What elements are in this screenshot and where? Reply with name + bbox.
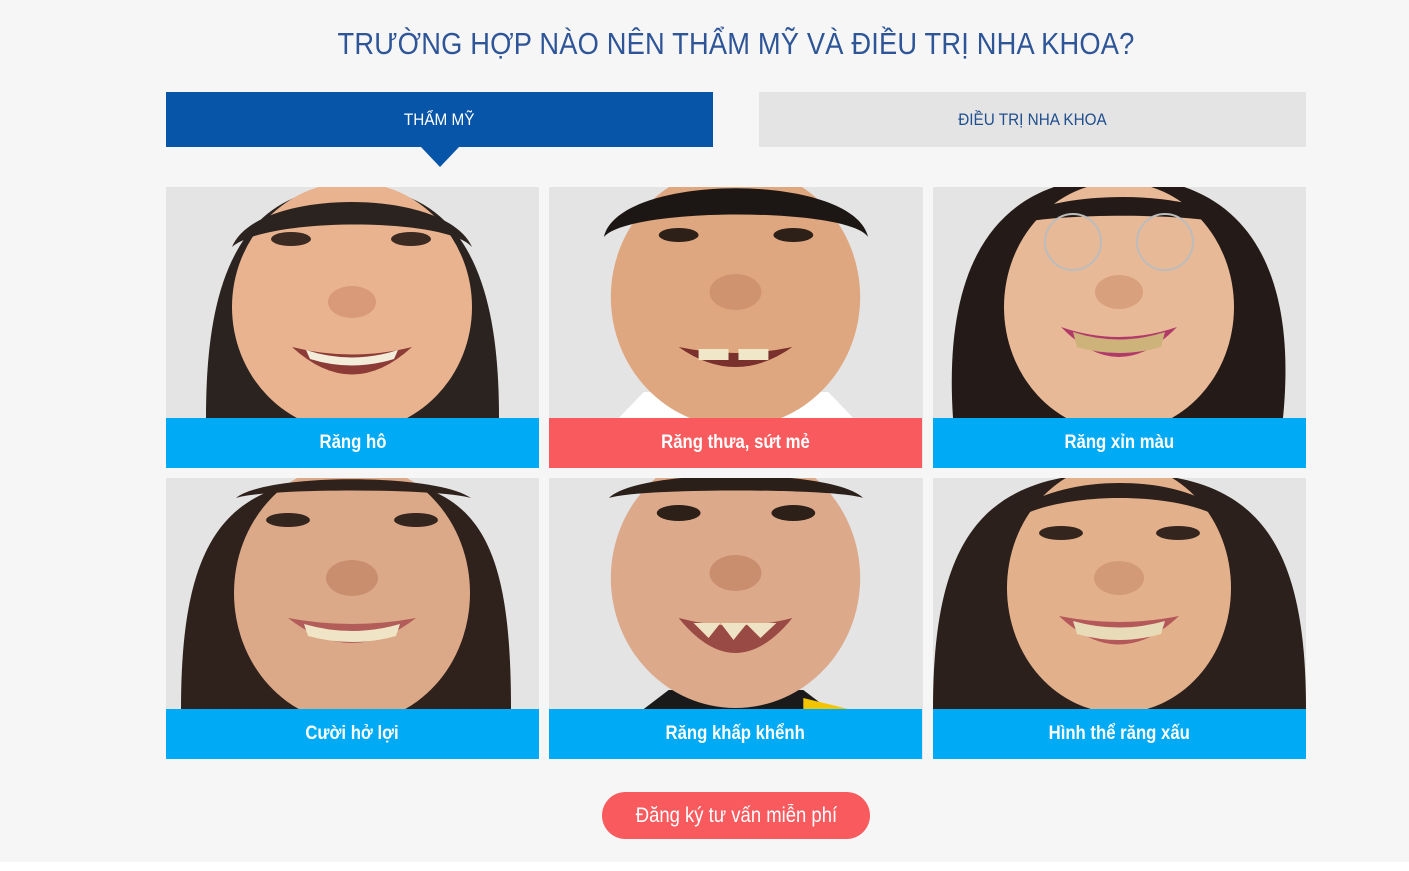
case-label-bar: Hình thể răng xấu [933,709,1306,759]
case-label: Răng khấp khểnh [665,723,806,744]
section-title: TRƯỜNG HỢP NÀO NÊN THẨM MỸ VÀ ĐIỀU TRỊ N… [337,26,1135,61]
case-card-hinh-the-rang-xau[interactable]: Hình thể răng xấu [933,478,1306,759]
cta-label: Đăng ký tư vấn miễn phí [635,803,837,827]
case-card-cuoi-ho-loi[interactable]: Cười hở lợi [166,478,539,759]
case-label: Răng thưa, sứt mẻ [661,432,810,453]
case-label: Răng xỉn màu [1064,432,1175,453]
case-label-bar: Cười hở lợi [166,709,539,759]
tab-tham-my-label: THẨM MỸ [404,109,475,129]
case-label-bar: Răng khấp khểnh [549,709,922,759]
case-photo [166,187,539,418]
case-card-rang-thua[interactable]: Răng thưa, sứt mẻ [549,187,923,468]
case-card-rang-xin-mau[interactable]: Răng xỉn màu [933,187,1306,468]
case-card-rang-ho[interactable]: Răng hô [166,187,539,468]
register-consultation-button[interactable]: Đăng ký tư vấn miễn phí [602,792,870,839]
case-label-bar: Răng xỉn màu [933,418,1306,468]
tab-dieu-tri-label: ĐIỀU TRỊ NHA KHOA [958,109,1107,129]
case-photo [933,478,1306,709]
case-label-bar: Răng thưa, sứt mẻ [549,418,922,468]
tab-tham-my[interactable]: THẨM MỸ [166,92,713,167]
case-label: Hình thể răng xấu [1048,723,1191,744]
case-photo [549,187,922,418]
tab-dieu-tri-nha-khoa[interactable]: ĐIỀU TRỊ NHA KHOA [759,92,1306,147]
case-label: Cười hở lợi [305,723,400,744]
case-label-bar: Răng hô [166,418,539,468]
case-label: Răng hô [319,432,386,453]
cases-section: TRƯỜNG HỢP NÀO NÊN THẨM MỸ VÀ ĐIỀU TRỊ N… [0,0,1409,862]
case-card-rang-khap-khenh[interactable]: Răng khấp khểnh [549,478,923,759]
case-photo [933,187,1306,418]
case-photo [549,478,922,709]
case-photo [166,478,539,709]
